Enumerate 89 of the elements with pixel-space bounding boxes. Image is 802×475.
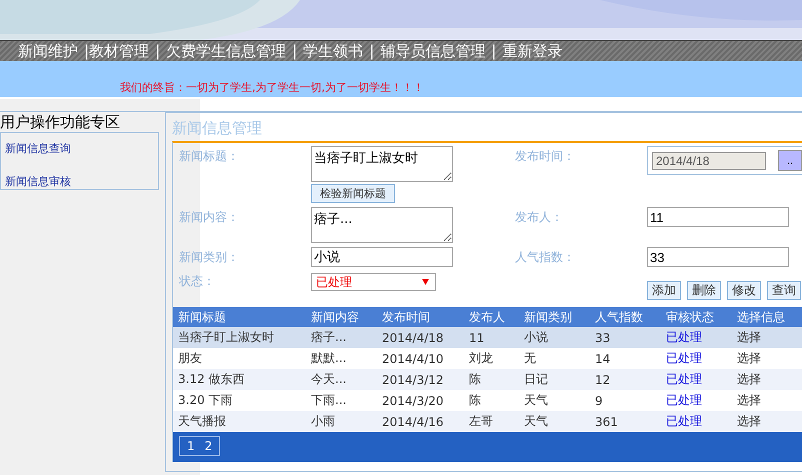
nav-link[interactable]: 欠费学生信息管理 <box>166 41 286 61</box>
select-link[interactable]: 选择 <box>732 411 802 432</box>
field-label: 状态： <box>179 273 216 290</box>
status-dropdown[interactable]: 已处理 <box>311 273 436 291</box>
page-link[interactable]: 1 <box>187 439 195 453</box>
dropdown-arrow-icon <box>422 279 429 285</box>
table-cell: 2014/3/20 <box>377 390 464 411</box>
table-cell: 陈 <box>464 369 519 390</box>
select-link[interactable]: 选择 <box>732 348 802 369</box>
table-cell: 14 <box>590 348 661 369</box>
table-cell: 当痞子盯上淑女时 <box>173 327 306 348</box>
status-link[interactable]: 已处理 <box>661 390 732 411</box>
table-cell: 2014/4/16 <box>377 411 464 432</box>
nav-link[interactable]: | <box>491 41 496 61</box>
column-header: 发布时间 <box>377 307 464 327</box>
nav-link[interactable]: 新闻维护 <box>18 41 78 61</box>
table-cell: 2014/3/12 <box>377 369 464 390</box>
table-cell: 361 <box>590 411 661 432</box>
column-header: 新闻内容 <box>306 307 377 327</box>
action-button[interactable]: 删除 <box>687 281 721 300</box>
table-cell: 下雨... <box>306 390 377 411</box>
table-cell: 刘龙 <box>464 348 519 369</box>
field-label: 人气指数： <box>515 249 576 266</box>
table-cell: 无 <box>519 348 590 369</box>
table-row[interactable]: 朋友 默默... 2014/4/10 刘龙 无 14 已处理 选择 <box>173 348 802 369</box>
sidebar-link[interactable]: 新闻信息查询 <box>5 141 158 156</box>
table-cell: 天气 <box>519 390 590 411</box>
table-cell: 11 <box>464 327 519 348</box>
popularity-field[interactable]: 33 <box>647 247 789 267</box>
column-header: 选择信息 <box>732 307 802 327</box>
nav-link[interactable]: |教材管理 <box>84 41 150 61</box>
table-cell: 陈 <box>464 390 519 411</box>
table-cell: 痞子... <box>306 327 377 348</box>
slogan-text: 我们的终旨：一切为了学生,为了学生一切,为了一切学生！！！ <box>120 80 424 95</box>
sidebar-link[interactable]: 新闻信息审核 <box>5 174 158 189</box>
title-field[interactable]: 当痞子盯上淑女时 <box>311 146 453 182</box>
column-header: 新闻类别 <box>519 307 590 327</box>
nav-link[interactable]: | <box>155 41 160 61</box>
table-cell: 3.20 下雨 <box>173 390 306 411</box>
action-button[interactable]: 修改 <box>727 281 761 300</box>
action-button[interactable]: 添加 <box>647 281 681 300</box>
table-cell: 默默... <box>306 348 377 369</box>
date-field[interactable]: 2014/4/18 <box>652 152 766 170</box>
field-label: 新闻内容： <box>179 209 240 226</box>
column-header: 新闻标题 <box>173 307 306 327</box>
status-link[interactable]: 已处理 <box>661 411 732 432</box>
table-cell: 12 <box>590 369 661 390</box>
panel-title: 新闻信息管理 <box>172 119 263 139</box>
nav-link[interactable]: | <box>369 41 374 61</box>
page-link[interactable]: 2 <box>204 439 212 453</box>
nav-link[interactable]: 辅导员信息管理 <box>380 41 486 61</box>
field-label: 发布人： <box>515 209 564 226</box>
category-field[interactable]: 小说 <box>311 247 453 267</box>
status-link[interactable]: 已处理 <box>661 369 732 390</box>
sidebar-title: 用户操作功能专区 <box>0 112 121 132</box>
nav-link[interactable]: 学生领书 <box>303 41 364 61</box>
table-row[interactable]: 当痞子盯上淑女时 痞子... 2014/4/18 11 小说 33 已处理 选择 <box>173 327 802 348</box>
column-header: 人气指数 <box>590 307 661 327</box>
table-cell: 朋友 <box>173 348 306 369</box>
table-cell: 今天... <box>306 369 377 390</box>
table-cell: 33 <box>590 327 661 348</box>
status-link[interactable]: 已处理 <box>661 348 732 369</box>
table-row[interactable]: 3.20 下雨 下雨... 2014/3/20 陈 天气 9 已处理 选择 <box>173 390 802 411</box>
column-header: 审核状态 <box>661 307 732 327</box>
table-cell: 2014/4/10 <box>377 348 464 369</box>
select-link[interactable]: 选择 <box>732 390 802 411</box>
table-cell: 小说 <box>519 327 590 348</box>
select-link[interactable]: 选择 <box>732 327 802 348</box>
field-label: 新闻标题： <box>179 148 240 165</box>
table-cell: 天气 <box>519 411 590 432</box>
select-link[interactable]: 选择 <box>732 369 802 390</box>
table-cell: 2014/4/18 <box>377 327 464 348</box>
date-button[interactable]: .. <box>778 150 802 171</box>
action-button[interactable]: 查询 <box>767 281 801 300</box>
column-header: 发布人 <box>464 307 519 327</box>
nav-link[interactable]: | <box>292 41 298 61</box>
field-label: 发布时间： <box>515 148 576 165</box>
table-cell: 天气播报 <box>173 411 306 432</box>
nav-link[interactable]: 重新登录 <box>502 41 562 61</box>
table-cell: 左哥 <box>464 411 519 432</box>
author-field[interactable]: 11 <box>647 207 789 227</box>
table-cell: 3.12 做东西 <box>173 369 306 390</box>
table-cell: 小雨 <box>306 411 377 432</box>
table-cell: 9 <box>590 390 661 411</box>
status-link[interactable]: 已处理 <box>661 327 732 348</box>
check-title-button[interactable]: 检验新闻标题 <box>311 184 395 203</box>
field-label: 新闻类别： <box>179 249 240 266</box>
table-cell: 日记 <box>519 369 590 390</box>
content-field[interactable]: 痞子... <box>311 207 453 243</box>
